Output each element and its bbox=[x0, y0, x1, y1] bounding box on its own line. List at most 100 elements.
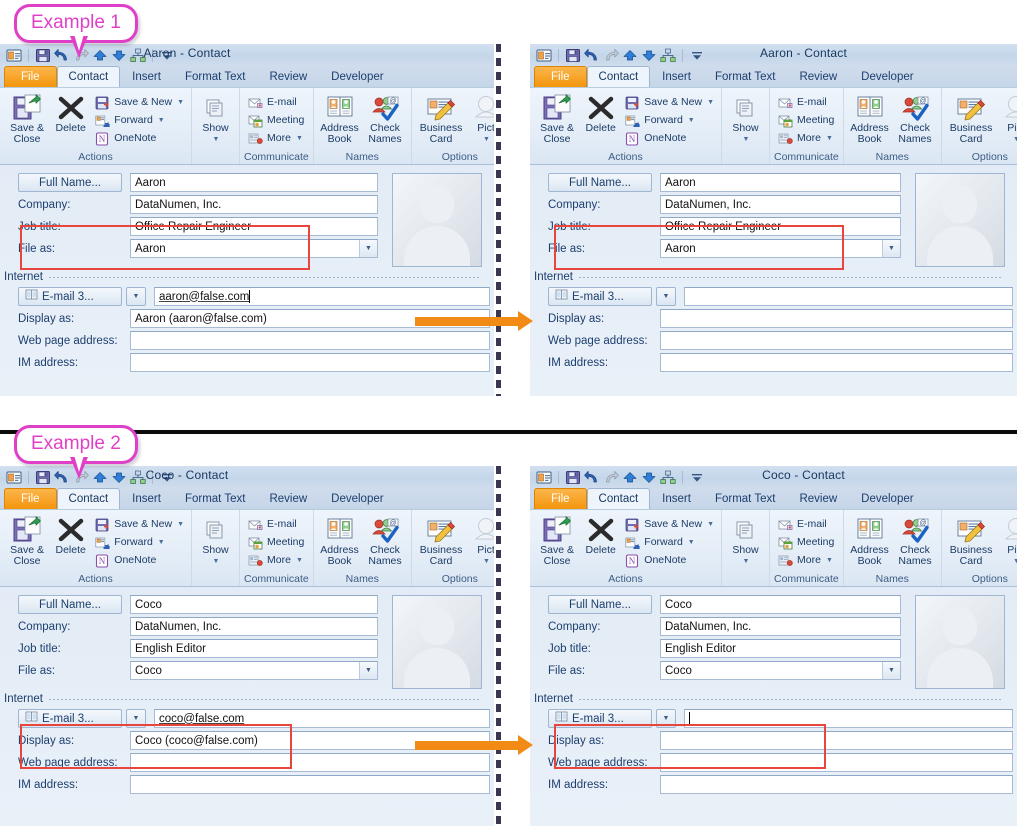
job-title-input[interactable]: English Editor bbox=[660, 639, 901, 658]
tab-developer[interactable]: Developer bbox=[319, 66, 395, 87]
check-names-button[interactable]: @ Check Names bbox=[893, 90, 937, 145]
email-input[interactable]: aaron@false.com bbox=[154, 287, 490, 306]
business-card-button[interactable]: Business Card bbox=[946, 90, 996, 145]
contact-card-icon[interactable] bbox=[536, 470, 552, 485]
hierarchy-icon[interactable] bbox=[660, 48, 676, 63]
contact-photo[interactable] bbox=[392, 173, 482, 267]
chevron-down-icon[interactable]: ▼ bbox=[213, 134, 220, 145]
tab-format-text[interactable]: Format Text bbox=[173, 66, 258, 87]
web-page-address-input[interactable] bbox=[660, 753, 1013, 772]
file-as-dropdown-icon[interactable]: ▼ bbox=[359, 240, 377, 257]
web-page-address-input[interactable] bbox=[130, 331, 490, 350]
email-type-dropdown[interactable]: ▼ bbox=[656, 709, 676, 728]
ribbon-tabs[interactable]: File Contact Insert Format Text Review D… bbox=[0, 66, 494, 87]
ribbon[interactable]: Save & Close Delete Save & New ▼ Forward… bbox=[530, 87, 1017, 165]
chevron-down-icon[interactable]: ▼ bbox=[688, 535, 695, 550]
delete-button[interactable]: Delete bbox=[52, 90, 89, 134]
onenote-button[interactable]: N OneNote bbox=[91, 130, 187, 147]
chevron-down-icon[interactable]: ▼ bbox=[158, 535, 165, 550]
job-title-input[interactable]: Office Repair Engineer bbox=[130, 217, 378, 236]
full-name-input[interactable]: Aaron bbox=[130, 173, 378, 192]
company-input[interactable]: DataNumen, Inc. bbox=[660, 195, 901, 214]
show-button[interactable]: Show ▼ bbox=[726, 512, 765, 567]
contact-card-icon[interactable] bbox=[6, 48, 22, 63]
email-input[interactable]: coco@false.com bbox=[154, 709, 490, 728]
ribbon-tabs[interactable]: File Contact Insert Format Text Review D… bbox=[0, 488, 494, 509]
save-and-new-button[interactable]: Save & New ▼ bbox=[91, 94, 187, 111]
redo-icon[interactable] bbox=[603, 48, 619, 63]
file-as-input[interactable]: Aaron ▼ bbox=[660, 239, 901, 258]
full-name-input[interactable]: Coco bbox=[660, 595, 901, 614]
customize-qat-icon[interactable] bbox=[689, 470, 705, 485]
address-book-button[interactable]: Address Book bbox=[848, 512, 892, 567]
save-and-close-button[interactable]: Save & Close bbox=[4, 90, 50, 145]
previous-item-icon[interactable] bbox=[622, 470, 638, 485]
web-page-address-input[interactable] bbox=[130, 753, 490, 772]
full-name-button[interactable]: Full Name... bbox=[18, 595, 122, 614]
file-as-input[interactable]: Aaron ▼ bbox=[130, 239, 378, 258]
undo-icon[interactable] bbox=[54, 48, 70, 63]
ribbon-tabs[interactable]: File Contact Insert Format Text Review D… bbox=[530, 66, 1017, 87]
save-and-close-button[interactable]: Save & Close bbox=[4, 512, 50, 567]
ribbon[interactable]: Save & Close Delete Save & New ▼ Forward… bbox=[0, 87, 494, 165]
full-name-button[interactable]: Full Name... bbox=[18, 173, 122, 192]
tab-insert[interactable]: Insert bbox=[650, 488, 703, 509]
next-item-icon[interactable] bbox=[641, 470, 657, 485]
more-button[interactable]: More ▼ bbox=[774, 130, 837, 147]
chevron-down-icon[interactable]: ▼ bbox=[743, 134, 750, 145]
chevron-down-icon[interactable]: ▼ bbox=[1013, 556, 1017, 567]
next-item-icon[interactable] bbox=[641, 48, 657, 63]
email-type-button[interactable]: E-mail 3... bbox=[18, 287, 122, 306]
hierarchy-icon[interactable] bbox=[130, 470, 146, 485]
email-button[interactable]: E-mail bbox=[244, 516, 307, 533]
redo-icon[interactable] bbox=[603, 470, 619, 485]
tab-review[interactable]: Review bbox=[257, 66, 319, 87]
onenote-button[interactable]: N OneNote bbox=[91, 552, 187, 569]
check-names-button[interactable]: @ Check Names bbox=[363, 512, 407, 567]
quick-access-toolbar[interactable] bbox=[6, 470, 175, 485]
undo-icon[interactable] bbox=[54, 470, 70, 485]
tab-contact[interactable]: Contact bbox=[56, 66, 121, 87]
next-item-icon[interactable] bbox=[111, 48, 127, 63]
more-button[interactable]: More ▼ bbox=[774, 552, 837, 569]
email-input[interactable] bbox=[684, 709, 1013, 728]
onenote-button[interactable]: N OneNote bbox=[621, 552, 717, 569]
chevron-down-icon[interactable]: ▼ bbox=[483, 134, 490, 145]
chevron-down-icon[interactable]: ▼ bbox=[688, 113, 695, 128]
customize-qat-icon[interactable] bbox=[689, 48, 705, 63]
im-address-input[interactable] bbox=[660, 353, 1013, 372]
meeting-button[interactable]: Meeting bbox=[774, 112, 837, 129]
tab-file[interactable]: File bbox=[534, 66, 587, 87]
file-as-dropdown-icon[interactable]: ▼ bbox=[359, 662, 377, 679]
im-address-input[interactable] bbox=[660, 775, 1013, 794]
display-as-input[interactable] bbox=[660, 731, 1013, 750]
business-card-button[interactable]: Business Card bbox=[946, 512, 996, 567]
contact-photo[interactable] bbox=[915, 595, 1005, 689]
tab-file[interactable]: File bbox=[534, 488, 587, 509]
im-address-input[interactable] bbox=[130, 775, 490, 794]
company-input[interactable]: DataNumen, Inc. bbox=[130, 617, 378, 636]
chevron-down-icon[interactable]: ▼ bbox=[296, 131, 303, 146]
show-button[interactable]: Show ▼ bbox=[196, 90, 235, 145]
tab-format-text[interactable]: Format Text bbox=[703, 66, 788, 87]
email-type-dropdown[interactable]: ▼ bbox=[126, 287, 146, 306]
undo-icon[interactable] bbox=[584, 48, 600, 63]
tab-contact[interactable]: Contact bbox=[586, 488, 651, 509]
chevron-down-icon[interactable]: ▼ bbox=[707, 517, 714, 532]
contact-photo[interactable] bbox=[392, 595, 482, 689]
picture-button[interactable]: Pict ▼ bbox=[998, 90, 1017, 145]
delete-button[interactable]: Delete bbox=[582, 512, 619, 556]
forward-button[interactable]: Forward ▼ bbox=[621, 112, 717, 129]
email-type-dropdown[interactable]: ▼ bbox=[656, 287, 676, 306]
full-name-button[interactable]: Full Name... bbox=[548, 595, 652, 614]
save-icon[interactable] bbox=[565, 470, 581, 485]
hierarchy-icon[interactable] bbox=[660, 470, 676, 485]
tab-review[interactable]: Review bbox=[787, 66, 849, 87]
chevron-down-icon[interactable]: ▼ bbox=[826, 553, 833, 568]
onenote-button[interactable]: N OneNote bbox=[621, 130, 717, 147]
chevron-down-icon[interactable]: ▼ bbox=[177, 517, 184, 532]
address-book-button[interactable]: Address Book bbox=[848, 90, 892, 145]
more-button[interactable]: More ▼ bbox=[244, 552, 307, 569]
tab-contact[interactable]: Contact bbox=[586, 66, 651, 87]
meeting-button[interactable]: Meeting bbox=[244, 534, 307, 551]
